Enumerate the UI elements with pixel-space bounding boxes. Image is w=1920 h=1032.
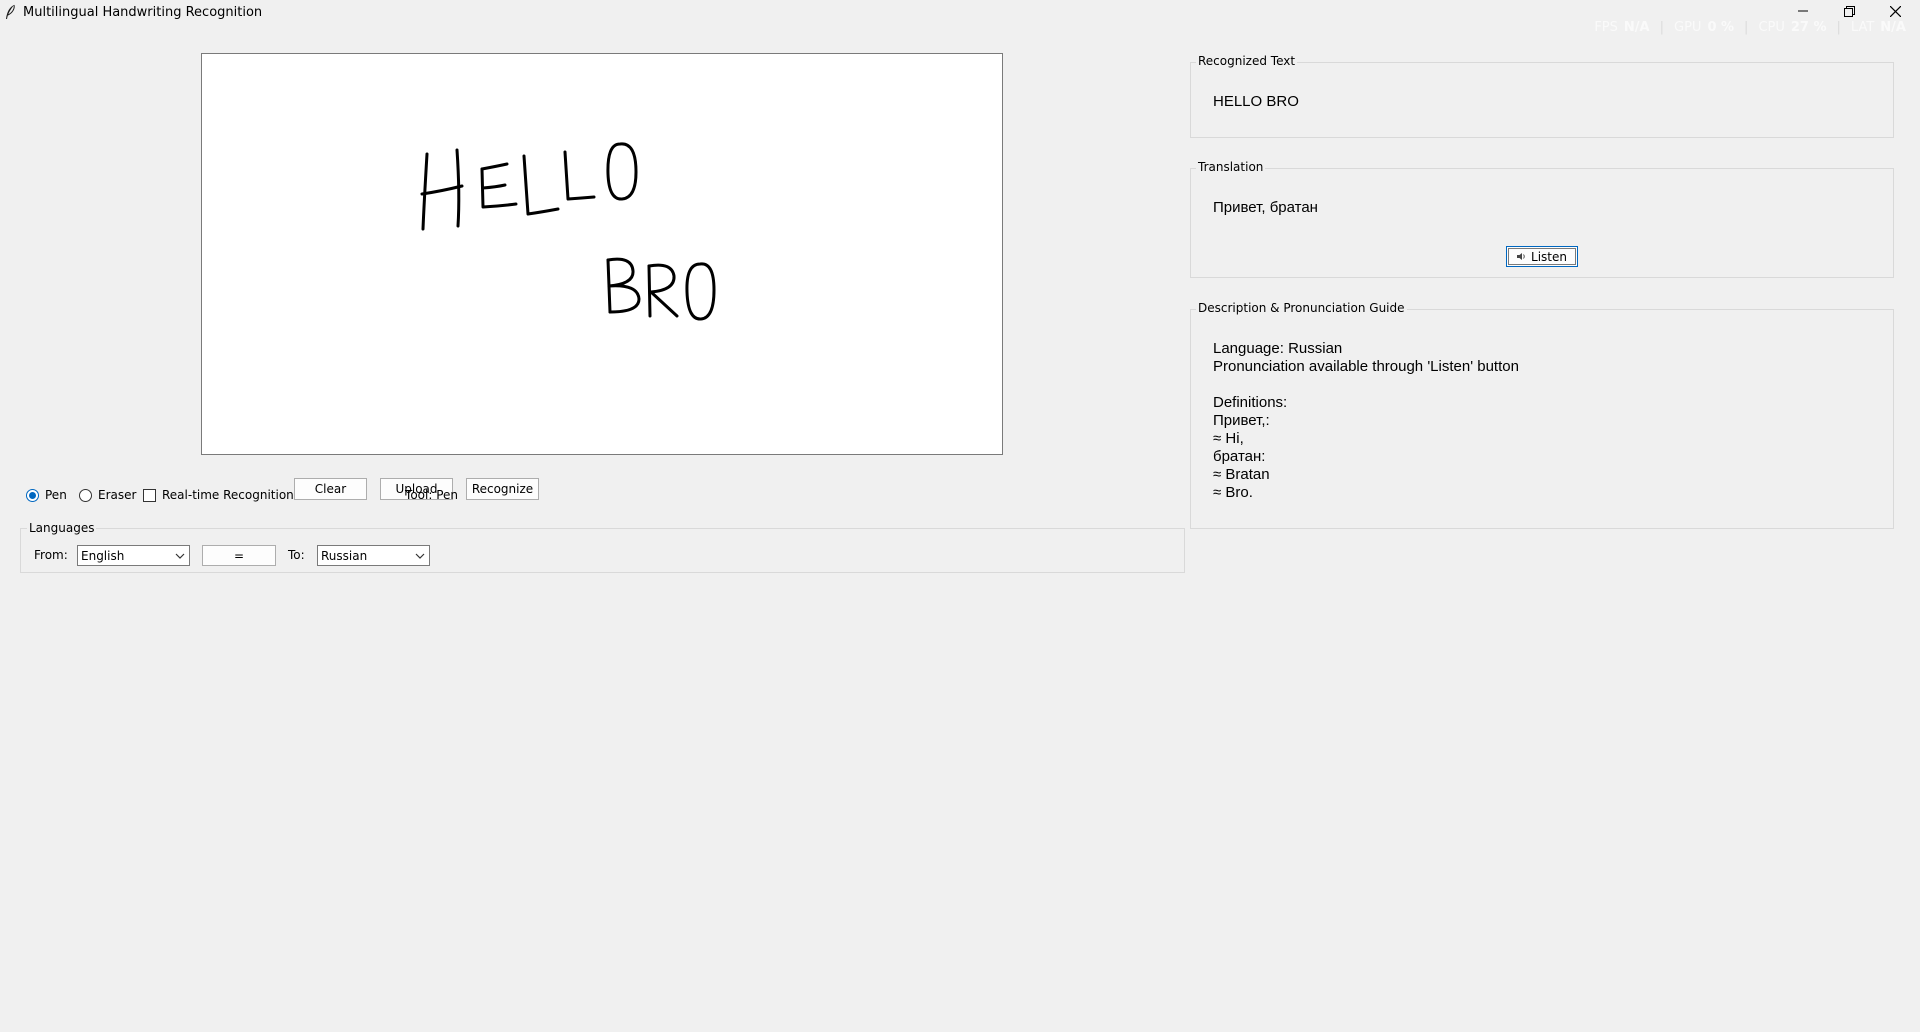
description-panel: Description & Pronunciation Guide Langua…	[1190, 301, 1894, 529]
speaker-icon	[1517, 253, 1525, 260]
pen-radio-indicator[interactable]	[26, 488, 39, 502]
listen-button[interactable]: Listen	[1506, 246, 1578, 267]
description-text: Language: Russian Pronunciation availabl…	[1213, 340, 1519, 501]
eraser-radio[interactable]: Eraser	[79, 488, 136, 502]
translation-label: Translation	[1196, 160, 1266, 174]
minimize-button[interactable]	[1780, 0, 1826, 22]
languages-group-label: Languages	[27, 521, 97, 535]
recognized-text-value: HELLO BRO	[1213, 93, 1299, 110]
restore-icon	[1843, 5, 1855, 17]
swap-languages-button[interactable]: =	[202, 545, 276, 566]
translation-panel: Translation Привет, братан Listen	[1190, 160, 1894, 278]
eraser-radio-label: Eraser	[98, 488, 137, 502]
cpu-readout: CPU 27 %	[1758, 20, 1827, 35]
fps-readout: FPS N/A	[1594, 20, 1650, 35]
to-language-value: Russian	[321, 548, 368, 563]
eraser-radio-indicator[interactable]	[79, 488, 92, 502]
from-language-value: English	[81, 548, 125, 563]
languages-group: Languages From: English = To: Russian	[20, 521, 1185, 573]
to-label: To:	[288, 548, 305, 562]
chevron-down-icon	[415, 553, 425, 559]
recognize-button[interactable]: Recognize	[466, 478, 539, 500]
feather-icon	[6, 4, 15, 19]
to-language-select[interactable]: Russian	[317, 545, 430, 566]
from-language-select[interactable]: English	[77, 545, 190, 566]
listen-button-label: Listen	[1531, 249, 1567, 264]
performance-overlay: FPS N/A | GPU 0 % | CPU 27 % | LAT N/A	[1594, 20, 1906, 35]
from-label: From:	[34, 548, 68, 562]
realtime-checkbox-box[interactable]	[143, 488, 156, 502]
realtime-checkbox[interactable]: Real-time Recognition	[143, 488, 294, 502]
close-button[interactable]	[1872, 0, 1918, 22]
restore-button[interactable]	[1826, 0, 1872, 22]
close-icon	[1889, 5, 1901, 17]
handwriting-strokes	[420, 142, 716, 321]
realtime-checkbox-label: Real-time Recognition	[162, 488, 294, 502]
latency-readout: LAT N/A	[1850, 20, 1906, 35]
clear-button[interactable]: Clear	[294, 478, 367, 500]
recognized-text-label: Recognized Text	[1196, 54, 1298, 68]
minimize-icon	[1798, 10, 1808, 12]
gpu-readout: GPU 0 %	[1674, 20, 1735, 35]
recognized-text-panel: Recognized Text HELLO BRO	[1190, 54, 1894, 138]
translation-value: Привет, братан	[1213, 199, 1318, 216]
description-label: Description & Pronunciation Guide	[1196, 301, 1407, 315]
chevron-down-icon	[175, 553, 185, 559]
window-title: Multilingual Handwriting Recognition	[23, 5, 263, 20]
pen-radio-label: Pen	[45, 488, 67, 502]
tool-status: Tool: Pen	[405, 488, 458, 502]
pen-radio[interactable]: Pen	[26, 488, 67, 502]
tool-toolbar: Pen Eraser Real-time Recognition Clear U…	[0, 478, 1200, 508]
drawing-canvas[interactable]	[201, 53, 1003, 455]
